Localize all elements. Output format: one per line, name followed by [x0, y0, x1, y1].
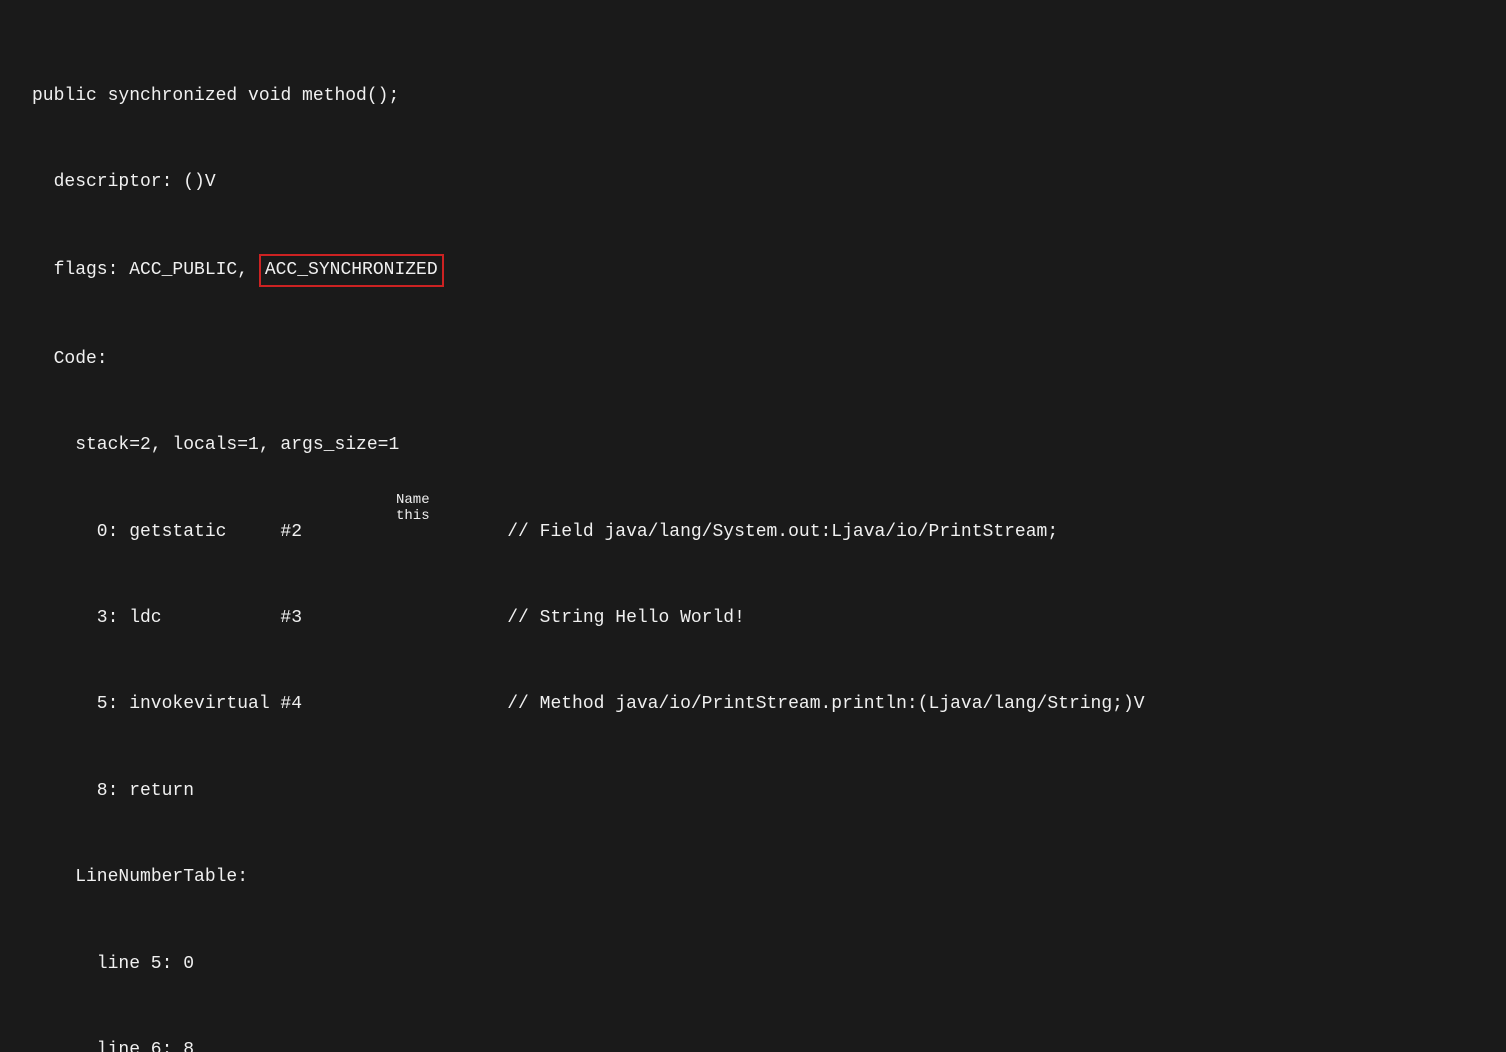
- code-line-stack: stack=2, locals=1, args_size=1: [75, 431, 1474, 460]
- flags-label: flags: ACC_PUBLIC,: [54, 256, 248, 285]
- code-line-line6: line 6: 8: [97, 1036, 1474, 1052]
- code-line-descriptor: descriptor: ()V: [54, 168, 1474, 197]
- instr3-left: 3: ldc #3: [97, 604, 507, 633]
- instr5-comment: // Method java/io/PrintStream.println:(L…: [507, 690, 1144, 719]
- code-line-flags: flags: ACC_PUBLIC, ACC_SYNCHRONIZED: [54, 254, 1474, 287]
- instr0-comment: // Field java/lang/System.out:Ljava/io/P…: [507, 518, 1058, 547]
- descriptor-label: descriptor:: [54, 168, 173, 197]
- line6-entry: line 6: 8: [97, 1036, 194, 1052]
- code-line-instr0: 0: getstatic #2 // Field java/lang/Syste…: [32, 518, 1474, 547]
- acc-synchronized-badge: ACC_SYNCHRONIZED: [259, 254, 444, 287]
- instr5-left: 5: invokevirtual #4: [97, 690, 507, 719]
- linenumbertable-label: LineNumberTable:: [75, 863, 248, 892]
- instr3-comment: // String Hello World!: [507, 604, 745, 633]
- code-line-code: Code:: [54, 345, 1474, 374]
- code-line-instr8: 8: return: [32, 777, 1474, 806]
- name-this-label: Name this: [392, 490, 472, 526]
- line5-entry: line 5: 0: [97, 950, 194, 979]
- instr8-text: 8: return: [97, 777, 194, 806]
- code-line-instr5: 5: invokevirtual #4 // Method java/io/Pr…: [32, 690, 1474, 719]
- stack-info: stack=2, locals=1, args_size=1: [75, 431, 399, 460]
- code-label: Code:: [54, 345, 108, 374]
- code-line-line5: line 5: 0: [97, 950, 1474, 979]
- code-line-linenumbertable: LineNumberTable:: [75, 863, 1474, 892]
- code-line-instr3: 3: ldc #3 // String Hello World!: [32, 604, 1474, 633]
- line1-text: public synchronized void method();: [32, 82, 399, 111]
- code-line-1: public synchronized void method();: [32, 82, 1474, 111]
- code-block: public synchronized void method(); descr…: [0, 0, 1506, 1052]
- descriptor-value: ()V: [183, 168, 215, 197]
